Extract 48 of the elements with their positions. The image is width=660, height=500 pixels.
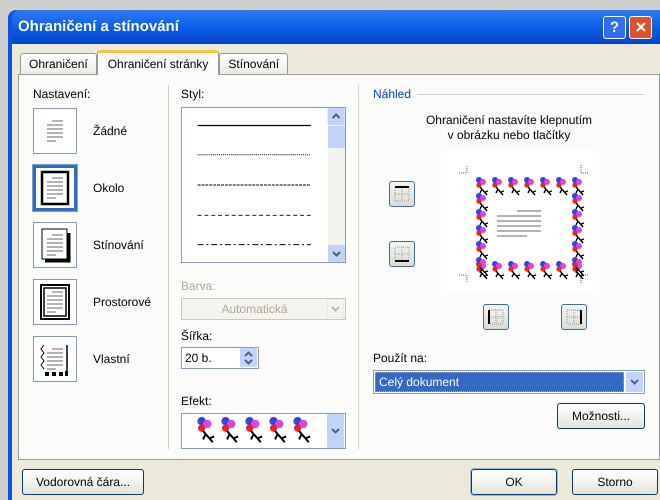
close-button[interactable] xyxy=(629,16,652,38)
right-border-button[interactable] xyxy=(561,304,587,330)
setting-option[interactable]: Okolo xyxy=(33,165,168,211)
scroll-down-button[interactable] xyxy=(328,245,345,262)
setting-option[interactable]: Prostorové xyxy=(33,279,168,325)
apply-to-label: Použít na: xyxy=(373,350,428,367)
settings-label: Nastavení: xyxy=(33,86,92,103)
setting-label: Stínování xyxy=(93,237,144,254)
options-button[interactable]: Možnosti... xyxy=(557,403,645,429)
setting-label: Vlastní xyxy=(93,351,130,368)
setting-option[interactable]: Stínování xyxy=(33,222,168,268)
width-label: Šířka: xyxy=(181,328,214,345)
chevron-down-icon xyxy=(630,379,639,385)
effect-label: Efekt: xyxy=(181,392,213,410)
page-preview-drawing[interactable] xyxy=(441,151,599,294)
tab[interactable]: Ohraničení xyxy=(20,53,97,74)
ok-button[interactable]: OK xyxy=(471,469,557,495)
setting-label: Okolo xyxy=(93,180,124,197)
scroll-thumb[interactable] xyxy=(328,126,345,148)
chevron-down-icon xyxy=(244,358,253,365)
color-label: Barva: xyxy=(181,278,217,295)
setting-label: Žádné xyxy=(93,123,128,140)
scroll-up-button[interactable] xyxy=(328,108,345,125)
effect-dropdown[interactable] xyxy=(181,412,346,449)
chevron-down-icon xyxy=(332,250,342,256)
width-spinner[interactable]: 20 b. xyxy=(181,346,259,369)
cancel-button[interactable]: Storno xyxy=(572,469,658,495)
apply-to-dropdown[interactable]: Celý dokument xyxy=(373,370,645,394)
setting-option[interactable]: Žádné xyxy=(33,108,168,154)
top-border-button[interactable] xyxy=(389,181,415,207)
preview-title: Náhled xyxy=(373,86,412,103)
chevron-up-icon xyxy=(244,350,253,357)
setting-option[interactable]: Vlastní xyxy=(33,336,168,382)
chevron-up-icon xyxy=(332,114,342,120)
tab[interactable]: Stínování xyxy=(219,53,288,74)
close-icon xyxy=(634,21,646,33)
preview-hint: Ohraničení nastavíte klepnutím v obrázku nebo tlačítky xyxy=(424,113,594,143)
chevron-down-icon xyxy=(331,306,340,312)
left-border-button[interactable] xyxy=(483,304,509,330)
window-title: Ohraničení a stínování xyxy=(18,16,180,37)
help-button[interactable]: ? xyxy=(603,16,626,38)
scrollbar[interactable] xyxy=(328,108,345,262)
setting-label: Prostorové xyxy=(93,294,152,311)
style-label: Styl: xyxy=(181,86,206,103)
horizontal-line-button[interactable]: Vodorovná čára... xyxy=(22,469,144,495)
bottom-border-button[interactable] xyxy=(389,241,415,267)
chevron-down-icon xyxy=(331,428,340,434)
tab[interactable]: Ohraničení stránky xyxy=(96,50,220,75)
